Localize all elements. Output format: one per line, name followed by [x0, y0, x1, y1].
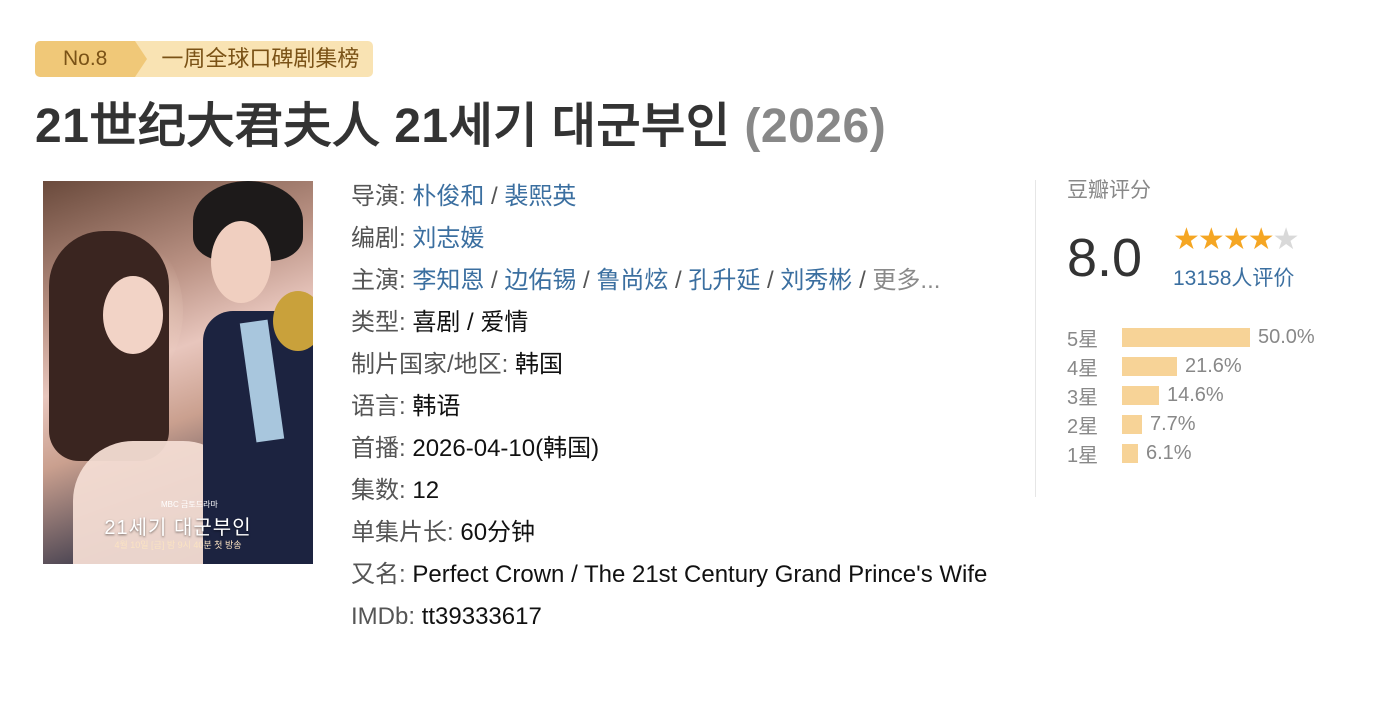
divider	[1035, 180, 1036, 497]
rating-bar-percent: 21.6%	[1185, 355, 1242, 377]
rating-distribution: 5星 50.0% 4星 21.6% 3星 14.6% 2星 7.7% 1星 6.1%	[1067, 323, 1315, 468]
genre-label: 类型:	[351, 309, 406, 336]
rating-bar	[1122, 415, 1142, 434]
poster-subtitle: 4월 10일 [금] 밤 9시 40분 첫 방송	[114, 540, 242, 550]
poster-title: 21세기 대군부인	[104, 517, 252, 539]
rating-bar-percent: 14.6%	[1167, 384, 1224, 406]
rating-bar	[1122, 357, 1177, 376]
star-filled-icon: ★	[1247, 223, 1275, 256]
cast-label: 主演:	[351, 267, 406, 294]
rank-number: No.8	[35, 41, 148, 77]
imdb-label: IMDb:	[351, 603, 416, 630]
rank-list-name: 一周全球口碑剧集榜	[135, 41, 374, 77]
separator: /	[576, 267, 597, 294]
rating-bar-label: 5星	[1067, 329, 1099, 351]
separator: /	[668, 267, 689, 294]
cast-link[interactable]: 鲁尚炫	[596, 267, 668, 294]
separator: /	[484, 183, 505, 210]
genre-row: 类型: 喜剧 / 爱情	[351, 302, 1011, 344]
director-link[interactable]: 朴俊和	[412, 183, 484, 210]
star-empty-icon: ★	[1272, 223, 1300, 256]
rating-bar-label: 4星	[1067, 358, 1099, 380]
info-panel: 导演: 朴俊和 / 裴熙英 编剧: 刘志媛 主演: 李知恩 / 边佑锡 / 鲁尚…	[351, 176, 1011, 638]
rating-bar-row: 4星 21.6%	[1067, 352, 1315, 381]
rating-bar	[1122, 444, 1138, 463]
director-link[interactable]: 裴熙英	[504, 183, 576, 210]
page-title: 21世纪大君夫人 21세기 대군부인 (2026)	[35, 86, 886, 156]
rating-bar-row: 3星 14.6%	[1067, 381, 1315, 410]
cast-link[interactable]: 孔升延	[688, 267, 760, 294]
runtime-label: 单集片长:	[351, 519, 454, 546]
poster-figure-face-2	[211, 221, 271, 303]
runtime-row: 单集片长: 60分钟	[351, 512, 1011, 554]
aka-value: Perfect Crown / The 21st Century Grand P…	[412, 561, 988, 588]
poster-image[interactable]: MBC 금토드라마 21세기 대군부인 4월 10일 [금] 밤 9시 40분 …	[43, 181, 313, 564]
title-year: (2026)	[744, 100, 887, 153]
language-value: 韩语	[412, 393, 461, 420]
imdb-value: tt39333617	[421, 603, 542, 630]
rating-bar-label: 1星	[1067, 445, 1099, 467]
rating-label: 豆瓣评分	[1067, 179, 1151, 202]
language-row: 语言: 韩语	[351, 386, 1011, 428]
writer-label: 编剧:	[351, 225, 406, 252]
rating-score: 8.0	[1067, 228, 1143, 288]
rating-bar-label: 3星	[1067, 387, 1099, 409]
rating-stars: ★ ★ ★ ★ ★	[1173, 220, 1300, 260]
cast-link[interactable]: 刘秀彬	[780, 267, 852, 294]
rating-bar-row: 1星 6.1%	[1067, 439, 1315, 468]
writer-row: 编剧: 刘志媛	[351, 218, 1011, 260]
writer-link[interactable]: 刘志媛	[412, 225, 484, 252]
rating-count-link[interactable]: 13158人评价	[1173, 262, 1294, 292]
star-filled-icon: ★	[1222, 223, 1250, 256]
imdb-row: IMDb: tt39333617	[351, 596, 1011, 638]
rating-bar-label: 2星	[1067, 416, 1099, 438]
rating-bar-percent: 6.1%	[1146, 442, 1192, 464]
rating-bar-percent: 7.7%	[1150, 413, 1196, 435]
rating-panel: 豆瓣评分 8.0 ★ ★ ★ ★ ★ 13158人评价 5星 50.0% 4星 21.6% 3星…	[1067, 176, 1357, 467]
director-row: 导演: 朴俊和 / 裴熙英	[351, 176, 1011, 218]
separator: /	[852, 267, 873, 294]
rating-bar-row: 2星 7.7%	[1067, 410, 1315, 439]
director-label: 导演:	[351, 183, 406, 210]
language-label: 语言:	[351, 393, 406, 420]
star-filled-icon: ★	[1173, 223, 1200, 256]
country-value: 韩国	[515, 351, 564, 378]
star-filled-icon: ★	[1197, 223, 1225, 256]
separator: /	[760, 267, 781, 294]
poster-figure-face	[103, 276, 163, 354]
aka-label: 又名:	[351, 561, 406, 588]
runtime-value: 60分钟	[460, 519, 536, 546]
episodes-label: 集数:	[351, 477, 406, 504]
rating-bar	[1122, 386, 1159, 405]
poster-logo: MBC 금토드라마	[161, 500, 218, 509]
title-name: 21世纪大君夫人 21세기 대군부인	[35, 100, 731, 153]
rating-bar-percent: 50.0%	[1258, 326, 1315, 348]
cast-link[interactable]: 李知恩	[412, 267, 484, 294]
cast-link[interactable]: 边佑锡	[504, 267, 576, 294]
genre-value: 喜剧 / 爱情	[412, 309, 529, 336]
episodes-value: 12	[412, 477, 440, 504]
cast-row: 主演: 李知恩 / 边佑锡 / 鲁尚炫 / 孔升延 / 刘秀彬 / 更多...	[351, 260, 1011, 302]
episodes-row: 集数: 12	[351, 470, 1011, 512]
rating-bar	[1122, 328, 1250, 347]
premiere-row: 首播: 2026-04-10(韩国)	[351, 428, 1011, 470]
premiere-label: 首播:	[351, 435, 406, 462]
aka-row: 又名: Perfect Crown / The 21st Century Gra…	[351, 554, 991, 596]
separator: /	[484, 267, 505, 294]
rating-bar-row: 5星 50.0%	[1067, 323, 1315, 352]
country-label: 制片国家/地区:	[351, 351, 509, 378]
rank-badge[interactable]: No.8 一周全球口碑剧集榜	[35, 41, 374, 77]
country-row: 制片国家/地区: 韩国	[351, 344, 1011, 386]
cast-more-link[interactable]: 更多...	[872, 267, 940, 294]
premiere-value: 2026-04-10(韩国)	[412, 435, 600, 462]
